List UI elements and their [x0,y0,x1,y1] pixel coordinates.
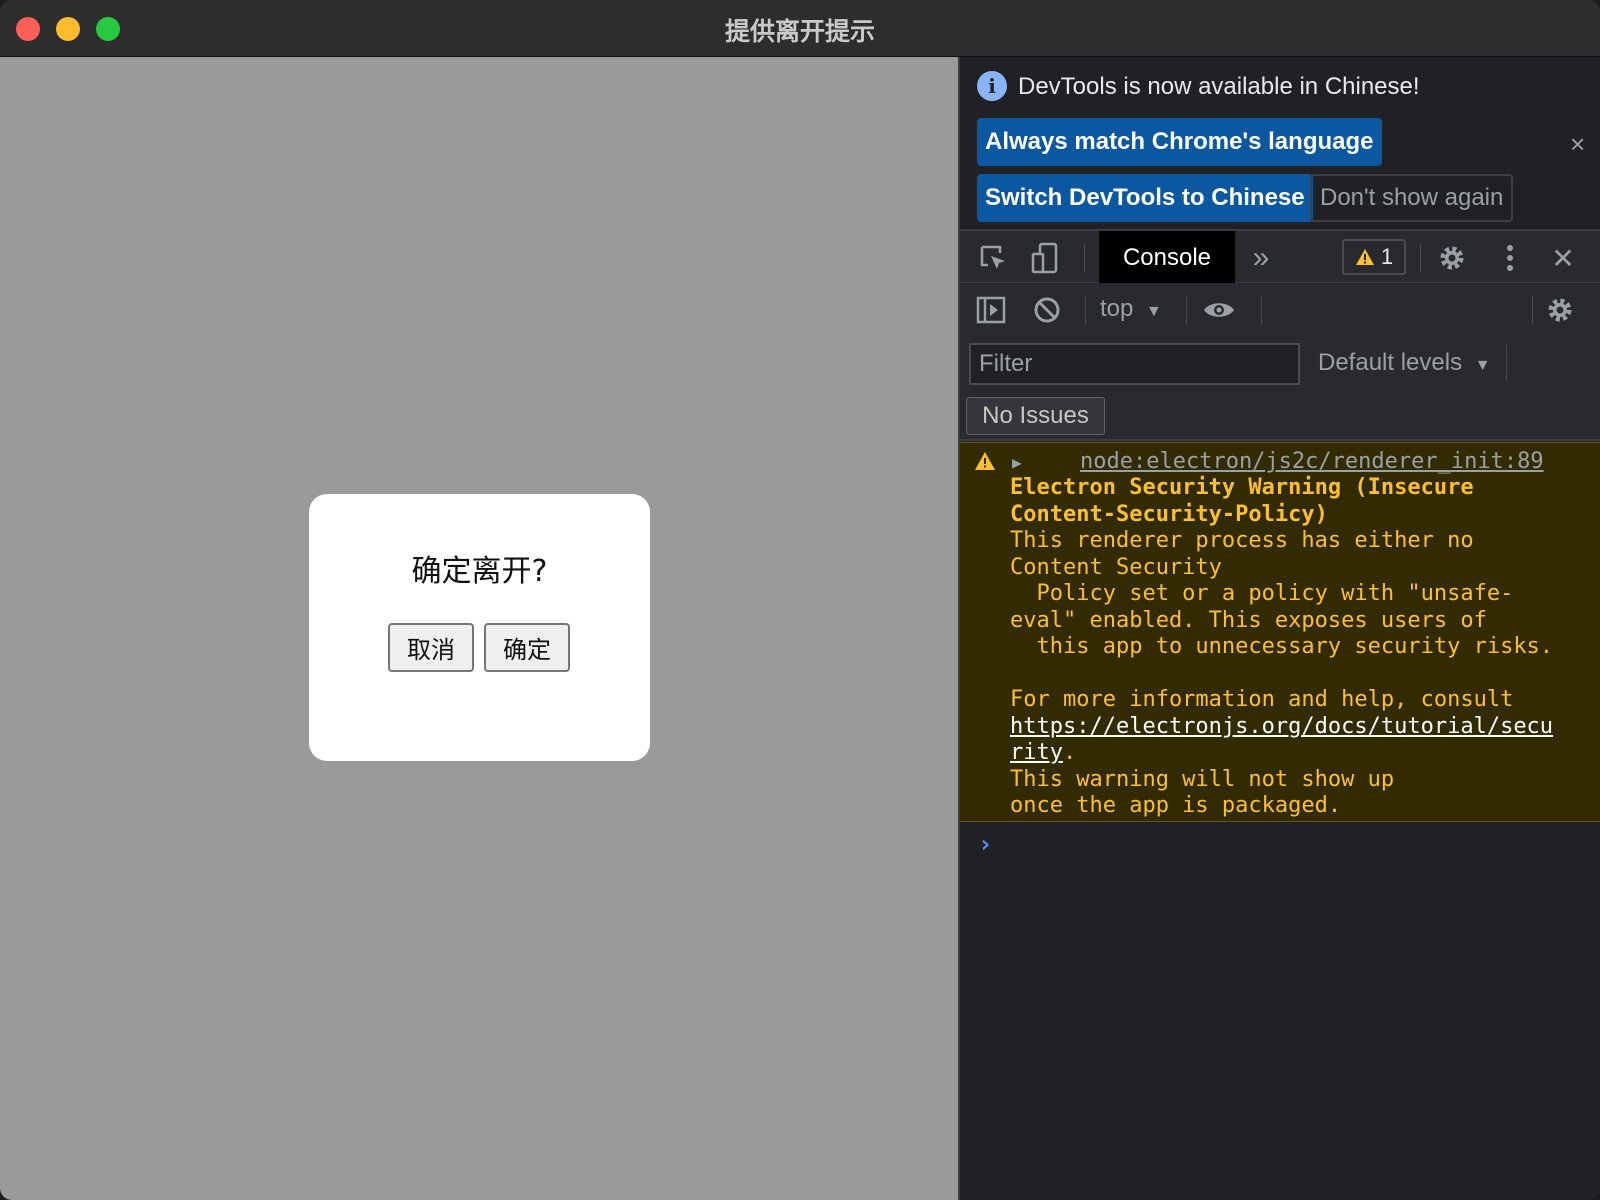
live-expression-eye-icon[interactable] [1202,293,1236,327]
warning-title-line: Electron Security Warning (Insecure [1010,475,1474,500]
log-levels-dropdown[interactable]: Default levels ▼ [1318,343,1491,386]
warning-title-line: Content-Security-Policy) [1010,501,1328,527]
filter-input[interactable]: Filter [969,343,1300,385]
confirm-button[interactable]: 确定 [484,623,570,672]
match-language-button[interactable]: Always match Chrome's language [977,118,1382,166]
console-settings-gear-icon[interactable] [1543,293,1577,327]
toolbar-divider [1261,295,1262,325]
device-toolbar-icon[interactable] [1028,241,1062,275]
security-docs-link[interactable]: https://electronjs.org/docs/tutorial/sec… [1010,714,1553,739]
warning-help-line: For more information and help, consult [1010,687,1514,712]
warning-body-line: This renderer process has either no [1010,528,1474,553]
more-options-icon[interactable] [1493,241,1527,275]
dialog-title: 确定离开? [411,554,548,589]
language-infobar: i DevTools is now available in Chinese! … [960,57,1600,229]
infobar-message: DevTools is now available in Chinese! [1018,73,1420,100]
show-sidebar-icon[interactable] [974,293,1008,327]
inspect-element-icon[interactable] [976,241,1010,275]
warnings-counter[interactable]: 1 [1342,239,1406,275]
warning-footer-line: This warning will not show up [1010,766,1395,792]
issues-button[interactable]: No Issues [966,397,1105,435]
settings-gear-icon[interactable] [1435,241,1469,275]
title-bar: 提供离开提示 [0,0,1600,57]
devtools-main-toolbar: Console » 1 ✕ [960,229,1600,284]
expand-triangle-icon[interactable]: ▶ [1012,453,1022,472]
cancel-button[interactable]: 取消 [388,623,474,672]
context-value: top [1100,295,1134,322]
tab-console[interactable]: Console [1099,231,1235,284]
log-levels-label: Default levels [1318,349,1463,376]
app-window: 提供离开提示 确定离开? 取消 确定 i DevTools is now ava… [0,0,1600,1200]
confirm-dialog: 确定离开? 取消 确定 [309,494,650,761]
warning-text: Electron Security Warning (Insecure Conte… [1010,475,1590,820]
warning-body-line: Content Security [1010,554,1222,580]
toolbar-divider [1420,243,1421,273]
warning-icon [1355,249,1374,265]
switch-to-chinese-button[interactable]: Switch DevTools to Chinese [977,174,1313,222]
filter-row: Filter Default levels ▼ [960,337,1600,389]
toolbar-divider [1506,345,1507,381]
context-selector[interactable]: top ▼ [1100,291,1162,330]
toolbar-divider [1532,295,1533,325]
toolbar-divider [1085,295,1086,325]
devtools-panel: i DevTools is now available in Chinese! … [958,57,1600,1200]
window-title: 提供离开提示 [724,17,875,46]
console-warning-message: ▶ node:electron/js2c/renderer_init:89 El… [960,442,1600,822]
close-devtools-icon[interactable]: ✕ [1546,241,1580,275]
console-prompt-icon[interactable]: › [978,830,992,858]
infobar-close-icon[interactable]: × [1570,129,1585,160]
warning-footer-line: once the app is packaged. [1010,793,1342,818]
warnings-count: 1 [1380,244,1394,269]
more-tabs-icon[interactable]: » [1244,241,1278,275]
warning-body-line: Policy set or a policy with "unsafe- [1010,581,1514,606]
toolbar-divider [1186,295,1187,325]
link-suffix: . [1062,740,1077,765]
warning-body-line: this app to unnecessary security risks. [1010,634,1554,659]
dont-show-again-button[interactable]: Don't show again [1310,174,1514,222]
warning-body-line: eval" enabled. This exposes users of [1010,607,1487,633]
source-location-link[interactable]: node:electron/js2c/renderer_init:89 [1080,449,1544,474]
app-content: 确定离开? 取消 确定 [0,57,958,1200]
chevron-down-icon: ▼ [1474,357,1491,374]
info-icon: i [977,71,1007,101]
clear-console-icon[interactable] [1030,293,1064,327]
security-docs-link-cont[interactable]: rity [1010,740,1063,765]
toolbar-divider [1084,243,1085,273]
console-toolbar: top ▼ [960,283,1600,337]
chevron-down-icon: ▼ [1146,303,1162,320]
issues-row: No Issues [960,389,1600,441]
warning-icon [975,452,995,470]
